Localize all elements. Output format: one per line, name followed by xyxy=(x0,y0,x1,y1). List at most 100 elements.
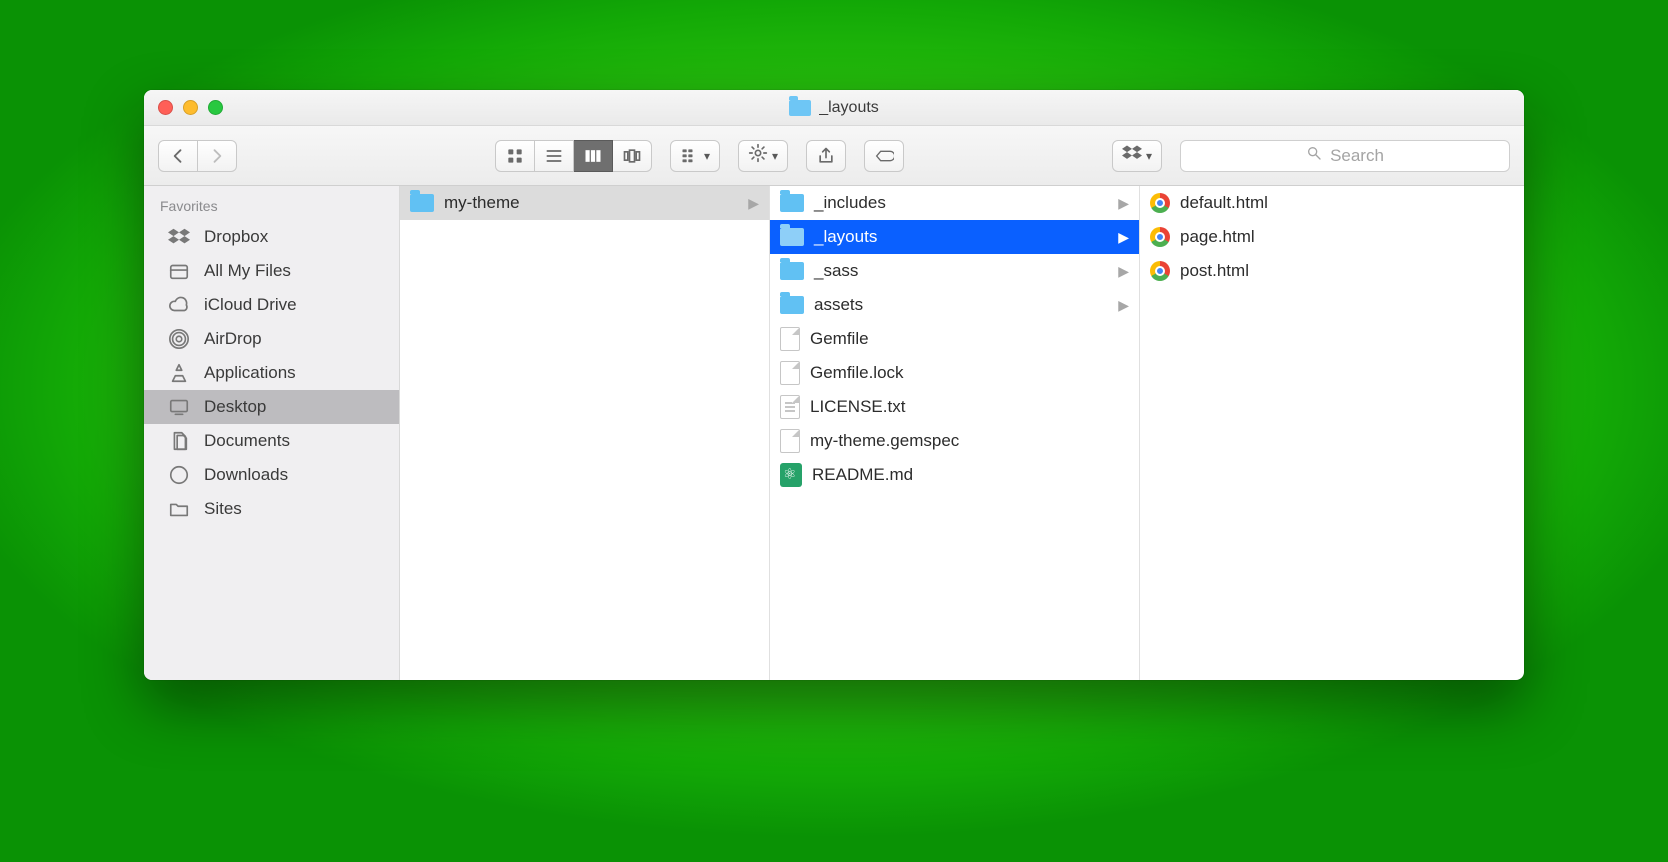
file-name-label: _includes xyxy=(814,193,886,213)
minimize-icon[interactable] xyxy=(183,100,198,115)
back-button[interactable] xyxy=(158,140,198,172)
sidebar-item-dropbox[interactable]: Dropbox xyxy=(144,220,399,254)
file-name-label: LICENSE.txt xyxy=(810,397,905,417)
search-placeholder: Search xyxy=(1330,146,1384,166)
sidebar-item-label: iCloud Drive xyxy=(204,295,297,315)
file-row[interactable]: default.html xyxy=(1140,186,1524,220)
file-name-label: _layouts xyxy=(814,227,877,247)
file-icon xyxy=(780,327,800,351)
sidebar-header: Favorites xyxy=(144,194,399,220)
column-1: _includes▶_layouts▶_sass▶assets▶GemfileG… xyxy=(770,186,1140,680)
file-name-label: my-theme.gemspec xyxy=(810,431,959,451)
folder-icon xyxy=(780,262,804,280)
chevron-down-icon: ▾ xyxy=(772,149,778,163)
close-icon[interactable] xyxy=(158,100,173,115)
file-row[interactable]: my-theme.gemspec xyxy=(770,424,1139,458)
folder-icon xyxy=(780,228,804,246)
chevron-right-icon: ▶ xyxy=(1118,195,1129,212)
file-name-label: default.html xyxy=(1180,193,1268,213)
file-icon xyxy=(780,429,800,453)
list-view-button[interactable] xyxy=(535,140,574,172)
gear-icon xyxy=(748,143,768,168)
body: Favorites Dropbox All My Files iCloud Driv… xyxy=(144,186,1524,680)
column-0: my-theme ▶ xyxy=(400,186,770,680)
sidebar-item-applications[interactable]: Applications xyxy=(144,356,399,390)
search-input[interactable]: Search xyxy=(1180,140,1510,172)
sidebar-item-documents[interactable]: Documents xyxy=(144,424,399,458)
folder-icon xyxy=(780,296,804,314)
chevron-right-icon: ▶ xyxy=(748,195,759,212)
window-title: _layouts xyxy=(144,99,1524,117)
coverflow-view-button[interactable] xyxy=(613,140,652,172)
sidebar-item-label: AirDrop xyxy=(204,329,262,349)
forward-button[interactable] xyxy=(198,140,237,172)
share-button[interactable] xyxy=(806,140,846,172)
apps-icon xyxy=(166,362,192,384)
dropbox-button[interactable]: ▾ xyxy=(1112,140,1162,172)
file-name-label: my-theme xyxy=(444,193,520,213)
chevron-right-icon: ▶ xyxy=(1118,297,1129,314)
sidebar-item-label: Documents xyxy=(204,431,290,451)
file-icon xyxy=(780,361,800,385)
file-row[interactable]: my-theme ▶ xyxy=(400,186,769,220)
file-name-label: post.html xyxy=(1180,261,1249,281)
file-row[interactable]: Gemfile.lock xyxy=(770,356,1139,390)
finder-window: _layouts xyxy=(144,90,1524,680)
nav-segment xyxy=(158,140,237,172)
sidebar-item-all-my-files[interactable]: All My Files xyxy=(144,254,399,288)
zoom-icon[interactable] xyxy=(208,100,223,115)
file-row[interactable]: _layouts ▶ xyxy=(770,220,1139,254)
arrange-button[interactable]: ▾ xyxy=(670,140,720,172)
file-row[interactable]: _includes ▶ xyxy=(770,186,1139,220)
file-row[interactable]: post.html xyxy=(1140,254,1524,288)
sidebar-item-airdrop[interactable]: AirDrop xyxy=(144,322,399,356)
file-row[interactable]: LICENSE.txt xyxy=(770,390,1139,424)
chrome-icon xyxy=(1150,227,1170,247)
file-row[interactable]: _sass▶ xyxy=(770,254,1139,288)
file-name-label: assets xyxy=(814,295,863,315)
file-row[interactable]: README.md xyxy=(770,458,1139,492)
desktop-icon xyxy=(166,396,192,418)
file-row[interactable]: page.html xyxy=(1140,220,1524,254)
chrome-icon xyxy=(1150,193,1170,213)
folder-icon xyxy=(166,498,192,520)
sidebar-item-sites[interactable]: Sites xyxy=(144,492,399,526)
allfiles-icon xyxy=(166,260,192,282)
sidebar: Favorites Dropbox All My Files iCloud Driv… xyxy=(144,186,400,680)
chevron-right-icon: ▶ xyxy=(1118,263,1129,280)
sidebar-item-label: All My Files xyxy=(204,261,291,281)
folder-icon xyxy=(410,194,434,212)
tags-button[interactable] xyxy=(864,140,904,172)
sidebar-item-downloads[interactable]: Downloads xyxy=(144,458,399,492)
downloads-icon xyxy=(166,464,192,486)
chevron-down-icon: ▾ xyxy=(704,149,710,163)
file-name-label: Gemfile.lock xyxy=(810,363,904,383)
text-file-icon xyxy=(780,395,800,419)
chevron-right-icon: ▶ xyxy=(1118,229,1129,246)
file-row[interactable]: Gemfile xyxy=(770,322,1139,356)
column-browser: my-theme▶_includes▶_layouts▶_sass▶assets… xyxy=(400,186,1524,680)
icon-view-button[interactable] xyxy=(495,140,535,172)
file-name-label: README.md xyxy=(812,465,913,485)
sidebar-item-label: Dropbox xyxy=(204,227,268,247)
sidebar-item-label: Sites xyxy=(204,499,242,519)
file-row[interactable]: assets ▶ xyxy=(770,288,1139,322)
file-name-label: Gemfile xyxy=(810,329,869,349)
column-view-button[interactable] xyxy=(574,140,613,172)
chrome-icon xyxy=(1150,261,1170,281)
chevron-down-icon: ▾ xyxy=(1146,149,1152,163)
cloud-icon xyxy=(166,294,192,316)
documents-icon xyxy=(166,430,192,452)
dropbox-icon xyxy=(1122,143,1142,168)
window-title-text: _layouts xyxy=(819,99,879,117)
column-2: default.html page.html post.html xyxy=(1140,186,1524,680)
sidebar-item-label: Desktop xyxy=(204,397,266,417)
atom-icon xyxy=(780,463,802,487)
sidebar-item-desktop[interactable]: Desktop xyxy=(144,390,399,424)
airdrop-icon xyxy=(166,328,192,350)
file-name-label: page.html xyxy=(1180,227,1255,247)
sidebar-item-label: Downloads xyxy=(204,465,288,485)
window-controls xyxy=(144,100,223,115)
action-button[interactable]: ▾ xyxy=(738,140,788,172)
sidebar-item-icloud-drive[interactable]: iCloud Drive xyxy=(144,288,399,322)
